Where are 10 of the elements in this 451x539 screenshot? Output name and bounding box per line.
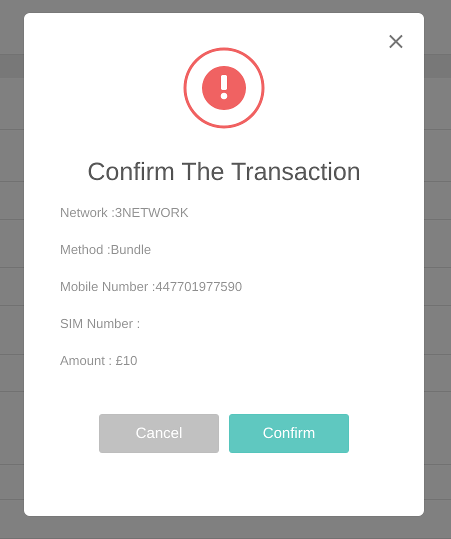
detail-text: Network :3NETWORK [60,205,190,221]
detail-text: Mobile Number :447701977590 [60,279,244,295]
cancel-button[interactable]: Cancel [99,414,219,453]
dialog-title: Confirm The Transaction [87,158,361,187]
confirm-button[interactable]: Confirm [229,414,349,453]
detail-text: SIM Number : [60,316,142,332]
detail-text: Method :Bundle [60,242,152,258]
close-button[interactable]: × [386,29,406,53]
detail-text: Amount : £10 [60,353,138,369]
warning-icon [183,47,265,129]
